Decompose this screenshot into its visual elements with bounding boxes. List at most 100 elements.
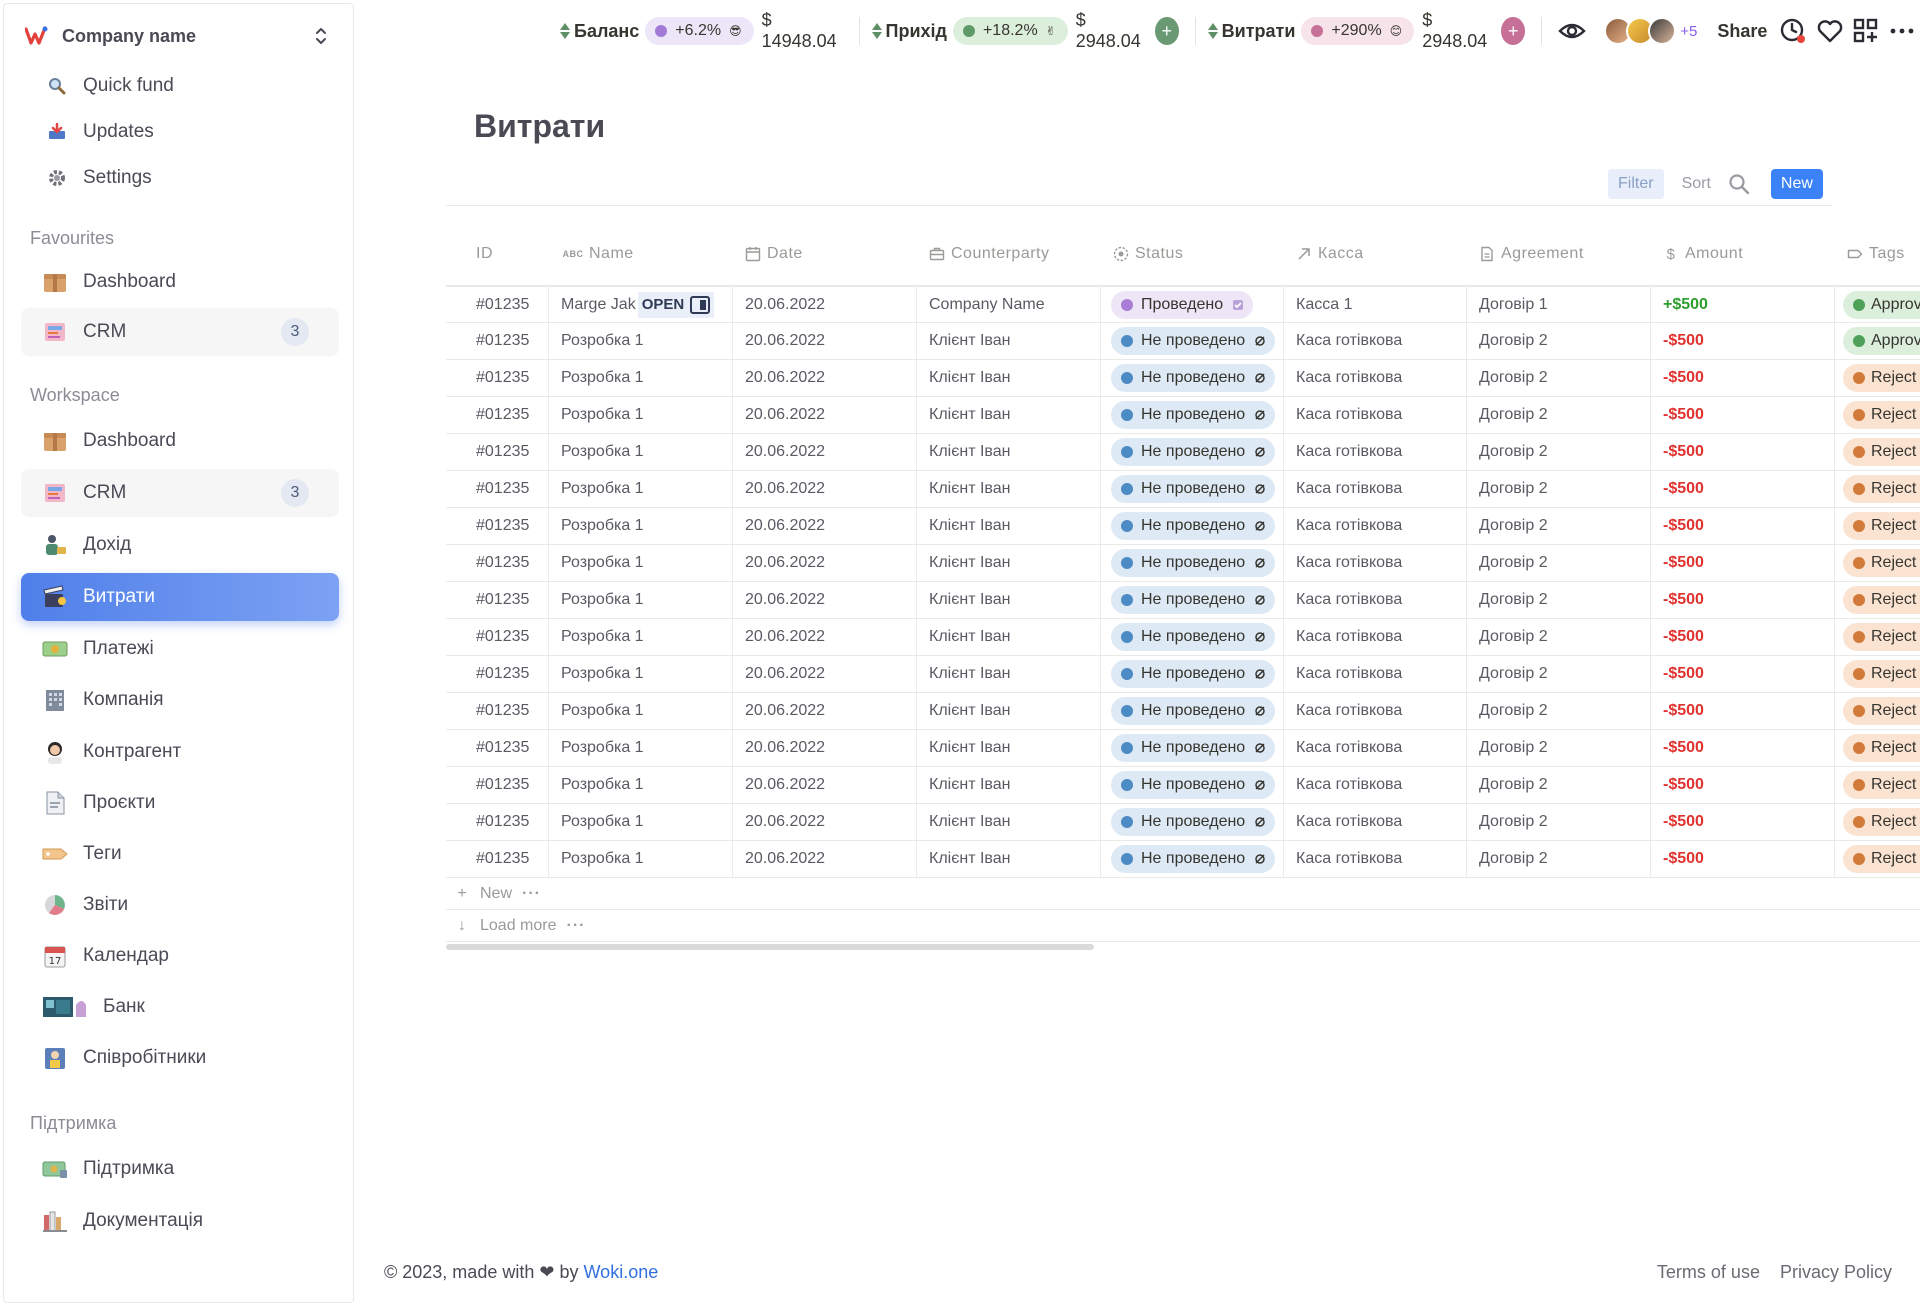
horizontal-scrollbar[interactable]	[446, 944, 1094, 950]
cell-status[interactable]: Не проведено	[1101, 804, 1284, 840]
column-header-agreement[interactable]: Agreement	[1467, 245, 1651, 263]
tag-badge[interactable]: Reject	[1843, 549, 1920, 577]
cell-amount[interactable]: -$500	[1651, 397, 1835, 433]
cell-counterparty[interactable]: Клієнт Іван	[917, 693, 1101, 729]
table-row[interactable]: #01235 Розробка 1 20.06.2022 Клієнт Іван Не …	[446, 582, 1920, 619]
table-row[interactable]: #01235 Розробка 1 20.06.2022 Клієнт Іван Не …	[446, 693, 1920, 730]
cell-kasa[interactable]: Каса готівкова	[1284, 397, 1467, 433]
tag-badge[interactable]: Reject	[1843, 771, 1920, 799]
cell-amount[interactable]: -$500	[1651, 508, 1835, 544]
cell-kasa[interactable]: Каса готівкова	[1284, 619, 1467, 655]
cell-id[interactable]: #01235	[446, 730, 549, 766]
cell-id[interactable]: #01235	[446, 360, 549, 396]
table-row[interactable]: #01235 Розробка 1 20.06.2022 Клієнт Іван Не …	[446, 545, 1920, 582]
cell-amount[interactable]: -$500	[1651, 656, 1835, 692]
table-row[interactable]: #01235 Marge Jak OPEN 20.06.2022 Company Nam…	[446, 286, 1920, 323]
cell-status[interactable]: Не проведено	[1101, 767, 1284, 803]
status-badge[interactable]: Не проведено	[1111, 771, 1276, 799]
privacy-link[interactable]: Privacy Policy	[1780, 1262, 1892, 1283]
cell-name[interactable]: Розробка 1	[549, 323, 733, 359]
tag-badge[interactable]: Reject	[1843, 401, 1920, 429]
tag-badge[interactable]: Reject	[1843, 845, 1920, 873]
sidebar-item-expenses[interactable]: Витрати	[21, 573, 339, 621]
sidebar-item-dashboard[interactable]: Dashboard	[21, 417, 339, 465]
cell-counterparty[interactable]: Клієнт Іван	[917, 619, 1101, 655]
cell-id[interactable]: #01235	[446, 656, 549, 692]
cell-tags[interactable]: Reject	[1835, 841, 1920, 877]
cell-agreement[interactable]: Договір 2	[1467, 693, 1651, 729]
status-badge[interactable]: Не проведено	[1111, 364, 1276, 392]
cell-status[interactable]: Не проведено	[1101, 471, 1284, 507]
table-row[interactable]: #01235 Розробка 1 20.06.2022 Клієнт Іван Не …	[446, 730, 1920, 767]
table-row[interactable]: #01235 Розробка 1 20.06.2022 Клієнт Іван Не …	[446, 397, 1920, 434]
cell-id[interactable]: #01235	[446, 582, 549, 618]
status-badge[interactable]: Не проведено	[1111, 660, 1276, 688]
cell-agreement[interactable]: Договір 2	[1467, 730, 1651, 766]
cell-agreement[interactable]: Договір 2	[1467, 323, 1651, 359]
cell-agreement[interactable]: Договір 2	[1467, 582, 1651, 618]
cell-counterparty[interactable]: Клієнт Іван	[917, 841, 1101, 877]
sidebar-item-settings[interactable]: Settings	[21, 154, 339, 202]
cell-kasa[interactable]: Касса 1	[1284, 287, 1467, 322]
cell-name[interactable]: Розробка 1	[549, 471, 733, 507]
cell-amount[interactable]: -$500	[1651, 545, 1835, 581]
cell-name[interactable]: Розробка 1	[549, 545, 733, 581]
cell-counterparty[interactable]: Клієнт Іван	[917, 582, 1101, 618]
cell-counterparty[interactable]: Клієнт Іван	[917, 471, 1101, 507]
cell-amount[interactable]: -$500	[1651, 693, 1835, 729]
cell-amount[interactable]: -$500	[1651, 841, 1835, 877]
cell-status[interactable]: Не проведено	[1101, 434, 1284, 470]
cell-tags[interactable]: Reject	[1835, 804, 1920, 840]
cell-status[interactable]: Не проведено	[1101, 397, 1284, 433]
add-widget-icon[interactable]	[1852, 14, 1880, 48]
table-row[interactable]: #01235 Розробка 1 20.06.2022 Клієнт Іван Не …	[446, 656, 1920, 693]
cell-status[interactable]: Не проведено	[1101, 360, 1284, 396]
cell-amount[interactable]: -$500	[1651, 434, 1835, 470]
cell-date[interactable]: 20.06.2022	[733, 397, 917, 433]
tag-badge[interactable]: Reject	[1843, 512, 1920, 540]
cell-name[interactable]: Розробка 1	[549, 841, 733, 877]
tag-badge[interactable]: Reject	[1843, 438, 1920, 466]
cell-kasa[interactable]: Каса готівкова	[1284, 323, 1467, 359]
tag-badge[interactable]: Approve	[1843, 327, 1920, 355]
cell-date[interactable]: 20.06.2022	[733, 471, 917, 507]
cell-tags[interactable]: Reject	[1835, 656, 1920, 692]
cell-counterparty[interactable]: Клієнт Іван	[917, 508, 1101, 544]
cell-date[interactable]: 20.06.2022	[733, 545, 917, 581]
sidebar-item-docs[interactable]: Документація	[21, 1197, 339, 1245]
status-badge[interactable]: Проведено	[1111, 290, 1254, 319]
cell-name[interactable]: Розробка 1	[549, 508, 733, 544]
cell-name[interactable]: Розробка 1	[549, 619, 733, 655]
column-header-kasa[interactable]: Касса	[1284, 245, 1467, 263]
status-badge[interactable]: Не проведено	[1111, 586, 1276, 614]
sidebar-item-counterparty[interactable]: Контрагент	[21, 728, 339, 776]
cell-agreement[interactable]: Договір 2	[1467, 434, 1651, 470]
status-badge[interactable]: Не проведено	[1111, 512, 1276, 540]
cell-counterparty[interactable]: Клієнт Іван	[917, 323, 1101, 359]
cell-counterparty[interactable]: Клієнт Іван	[917, 730, 1101, 766]
cell-id[interactable]: #01235	[446, 693, 549, 729]
sidebar-item-crm[interactable]: CRM 3	[21, 469, 339, 517]
cell-agreement[interactable]: Договір 2	[1467, 767, 1651, 803]
sidebar-item-projects[interactable]: Проєкти	[21, 779, 339, 827]
cell-status[interactable]: Не проведено	[1101, 323, 1284, 359]
tag-badge[interactable]: Reject	[1843, 697, 1920, 725]
search-icon[interactable]	[1727, 172, 1751, 196]
cell-name[interactable]: Розробка 1	[549, 730, 733, 766]
cell-date[interactable]: 20.06.2022	[733, 619, 917, 655]
table-row[interactable]: #01235 Розробка 1 20.06.2022 Клієнт Іван Не …	[446, 508, 1920, 545]
sidebar-item-fav-crm[interactable]: CRM 3	[21, 308, 339, 356]
cell-name[interactable]: Розробка 1	[549, 582, 733, 618]
cell-counterparty[interactable]: Клієнт Іван	[917, 656, 1101, 692]
cell-status[interactable]: Не проведено	[1101, 582, 1284, 618]
cell-status[interactable]: Не проведено	[1101, 508, 1284, 544]
table-row[interactable]: #01235 Розробка 1 20.06.2022 Клієнт Іван Не …	[446, 619, 1920, 656]
cell-kasa[interactable]: Каса готівкова	[1284, 360, 1467, 396]
heart-icon[interactable]	[1816, 14, 1844, 48]
add-income-button[interactable]: +	[1154, 17, 1179, 45]
eye-icon[interactable]	[1558, 14, 1586, 48]
cell-agreement[interactable]: Договір 2	[1467, 656, 1651, 692]
table-row[interactable]: #01235 Розробка 1 20.06.2022 Клієнт Іван Не …	[446, 804, 1920, 841]
cell-kasa[interactable]: Каса готівкова	[1284, 545, 1467, 581]
status-badge[interactable]: Не проведено	[1111, 549, 1276, 577]
